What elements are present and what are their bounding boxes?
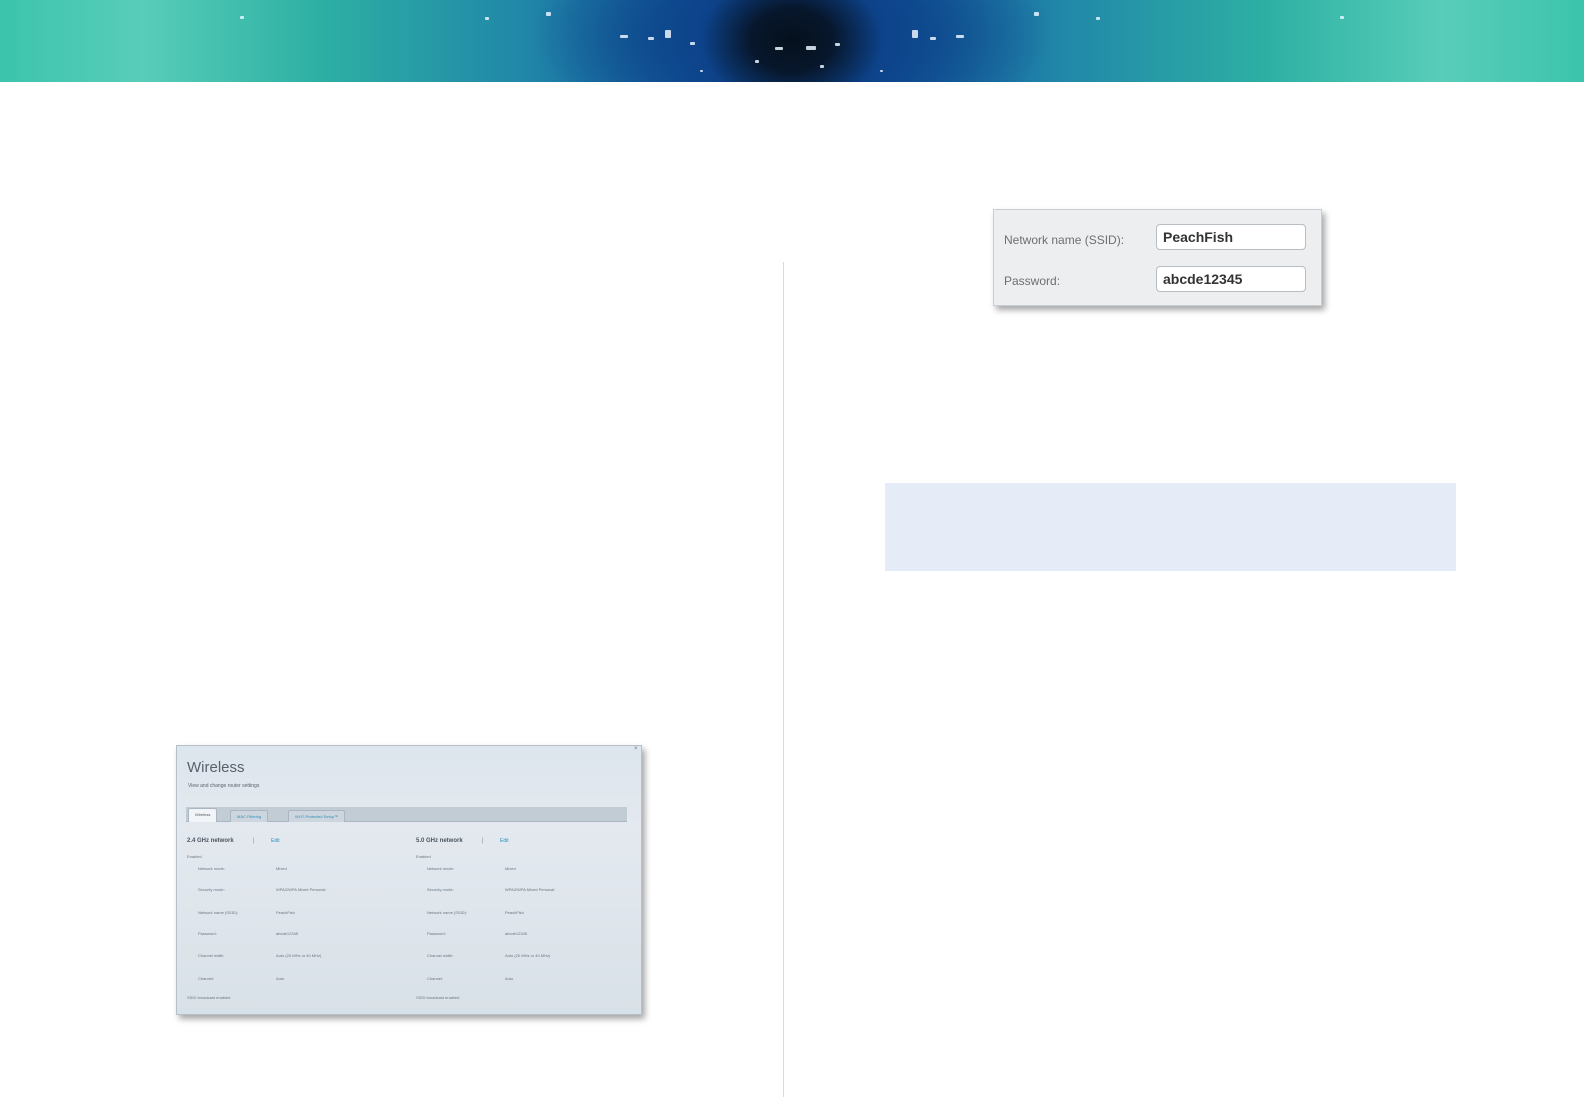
row-label: Network mode: <box>427 866 454 871</box>
heading-separator: | <box>482 838 484 844</box>
row-value: Mixed <box>276 866 287 871</box>
row-value: Auto (20 MHz or 40 MHz) <box>505 953 551 958</box>
tab-wireless[interactable]: Wireless <box>188 808 218 822</box>
heading-separator: | <box>253 838 255 844</box>
edit-link[interactable]: Edit <box>500 838 509 844</box>
row-value: Mixed <box>505 866 516 871</box>
header-banner <box>0 0 1584 82</box>
password-label: Password: <box>1004 274 1061 288</box>
network-heading: 2.4 GHz network <box>187 838 234 844</box>
ssid-label: Network name (SSID): <box>1004 233 1125 247</box>
row-label: Channel: <box>427 976 444 981</box>
row-value: WPA2/WPA Mixed Personal <box>276 887 326 892</box>
tab-mac-filtering[interactable]: MAC Filtering <box>230 810 269 822</box>
password-field[interactable]: abcde12345 <box>1156 266 1306 292</box>
row-label: Password: <box>427 931 446 936</box>
network-status: Enabled <box>416 854 431 859</box>
row-value: PeachFish <box>276 910 295 915</box>
network-footer: SSID broadcast enabled <box>416 995 460 1000</box>
ssid-field[interactable]: PeachFish <box>1156 224 1306 250</box>
row-label: Security mode: <box>198 887 225 892</box>
row-label: Channel: <box>198 976 215 981</box>
panel-title: Wireless <box>187 759 245 776</box>
row-label: Password: <box>198 931 217 936</box>
row-value: WPA2/WPA Mixed Personal <box>505 887 555 892</box>
row-label: Network name (SSID): <box>198 910 239 915</box>
row-label: Security mode: <box>427 887 454 892</box>
row-value: Auto <box>276 976 285 981</box>
row-value: Auto <box>505 976 514 981</box>
tab-bar: Wireless MAC Filtering Wi-Fi Protected S… <box>186 807 627 822</box>
row-value: PeachFish <box>505 910 524 915</box>
row-value: abcde12345 <box>276 931 299 936</box>
network-heading: 5.0 GHz network <box>416 838 463 844</box>
tab-wps[interactable]: Wi-Fi Protected Setup™ <box>288 810 346 822</box>
row-label: Channel width: <box>427 953 454 958</box>
wireless-panel-figure: × Wireless View and change router settin… <box>176 745 642 1015</box>
edit-link[interactable]: Edit <box>271 838 280 844</box>
info-box <box>885 483 1456 571</box>
row-value: Auto (20 MHz or 40 MHz) <box>276 953 322 958</box>
network-status: Enabled <box>187 854 202 859</box>
column-divider <box>783 262 784 1097</box>
row-label: Network mode: <box>198 866 225 871</box>
row-label: Network name (SSID): <box>427 910 468 915</box>
banner-sparkles <box>240 12 1344 72</box>
close-icon[interactable]: × <box>634 746 639 752</box>
row-value: abcde12345 <box>505 931 528 936</box>
network-footer: SSID broadcast enabled <box>187 995 231 1000</box>
row-label: Channel width: <box>198 953 225 958</box>
panel-subtitle: View and change router settings <box>188 783 260 789</box>
credentials-figure: Network name (SSID): PeachFish Password:… <box>993 209 1322 306</box>
